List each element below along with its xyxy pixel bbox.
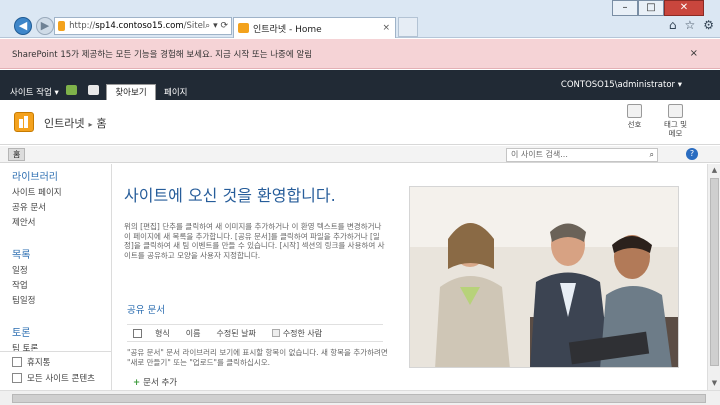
nav-item-shared-docs[interactable]: 공유 문서 bbox=[12, 201, 111, 213]
business-people-photo bbox=[410, 187, 678, 367]
nav-heading-libraries[interactable]: 라이브러리 bbox=[12, 168, 111, 183]
breadcrumb: 인트라넷 ▸ 홈 bbox=[44, 115, 107, 131]
recycle-bin-icon bbox=[12, 357, 22, 367]
prefs-button[interactable]: 선호 bbox=[627, 104, 642, 129]
notification-text: SharePoint 15가 제공하는 모든 기능을 경험해 보세요. 지금 시… bbox=[12, 49, 313, 60]
nav-item-tasks[interactable]: 작업 bbox=[12, 279, 111, 291]
user-menu[interactable]: CONTOSO15\administrator ▾ bbox=[561, 80, 682, 90]
address-bar[interactable]: http://sp14.contoso15.com/Sitel ⌕ ▾ ⟳ bbox=[54, 17, 232, 35]
prefs-icon bbox=[627, 104, 642, 118]
maximize-button[interactable]: □ bbox=[638, 0, 664, 16]
site-favicon-icon bbox=[58, 21, 66, 31]
intro-text: 위의 [편집] 단추를 클릭하여 새 이미지를 추가하거나 이 환영 텍스트를 … bbox=[124, 222, 385, 260]
top-nav: 홈 이 사이트 검색... ⌕ ? bbox=[0, 146, 720, 163]
close-window-button[interactable]: ✕ bbox=[664, 0, 704, 16]
main-content: 사이트에 오신 것을 환영합니다. 위의 [편집] 단추를 클릭하여 새 이미지… bbox=[113, 164, 707, 390]
site-actions-menu[interactable]: 사이트 작업 ▾ bbox=[10, 86, 59, 98]
notification-close-button[interactable]: × bbox=[690, 48, 698, 59]
browser-chrome: – □ ✕ ◀ ▶ http://sp14.contoso15.com/Site… bbox=[0, 0, 720, 38]
vertical-scroll-thumb[interactable] bbox=[710, 178, 719, 366]
tab-title: 인트라넷 - Home bbox=[253, 24, 322, 35]
horizontal-scroll-thumb[interactable] bbox=[12, 394, 706, 403]
tab-browse[interactable]: 찾아보기 bbox=[106, 84, 156, 100]
col-type[interactable]: 형식 bbox=[155, 328, 170, 339]
select-all-checkbox[interactable] bbox=[133, 328, 142, 338]
all-content-icon bbox=[12, 373, 22, 383]
navigate-up-icon[interactable] bbox=[66, 85, 77, 95]
nav-heading-lists[interactable]: 목록 bbox=[12, 246, 111, 261]
site-header: 인트라넷 ▸ 홈 선호 태그 및 메모 bbox=[0, 100, 720, 145]
notification-bar: SharePoint 15가 제공하는 모든 기능을 경험해 보세요. 지금 시… bbox=[0, 39, 720, 69]
all-content-label: 모든 사이트 콘텐츠 bbox=[27, 374, 95, 384]
recycle-bin-label: 휴지통 bbox=[27, 358, 51, 368]
scroll-up-icon[interactable]: ▲ bbox=[709, 165, 720, 176]
minimize-button[interactable]: – bbox=[612, 0, 638, 16]
settings-gear-icon[interactable]: ⚙ bbox=[703, 18, 714, 32]
add-document-label: 문서 추가 bbox=[143, 378, 178, 388]
breadcrumb-separator: ▸ bbox=[88, 120, 93, 129]
nav-heading-discussions[interactable]: 토론 bbox=[12, 324, 111, 339]
user-name: CONTOSO15\administrator bbox=[560, 80, 676, 90]
tags-label-line1: 태그 및 bbox=[664, 120, 688, 129]
search-icon[interactable]: ⌕ bbox=[650, 149, 654, 161]
breadcrumb-current: 홈 bbox=[96, 117, 107, 130]
site-actions-label: 사이트 작업 bbox=[10, 88, 52, 98]
recycle-bin-link[interactable]: 휴지통 bbox=[12, 356, 112, 368]
tags-notes-button[interactable]: 태그 및 메모 bbox=[664, 104, 687, 138]
empty-library-message: "공유 문서" 문서 라이브러리 보기에 표시할 항목이 없습니다. 새 항목을… bbox=[127, 348, 388, 367]
window-controls: – □ ✕ bbox=[612, 0, 704, 16]
col-modified-by-label: 수정한 사람 bbox=[282, 328, 323, 338]
search-placeholder: 이 사이트 검색... bbox=[511, 150, 568, 159]
edit-page-icon[interactable] bbox=[88, 85, 99, 95]
browser-toolbar-icons: ⌂ ☆ ⚙ bbox=[669, 18, 714, 32]
back-button[interactable]: ◀ bbox=[14, 17, 32, 35]
nav-item-proposals[interactable]: 제안서 bbox=[12, 216, 111, 228]
browser-tab[interactable]: 인트라넷 - Home × bbox=[233, 17, 396, 38]
search-input[interactable]: 이 사이트 검색... ⌕ bbox=[506, 148, 658, 162]
quick-launch-footer: 휴지통 모든 사이트 콘텐츠 bbox=[0, 351, 112, 390]
all-site-content-link[interactable]: 모든 사이트 콘텐츠 bbox=[12, 372, 112, 384]
tab-close-icon[interactable]: × bbox=[382, 23, 395, 33]
horizontal-scrollbar[interactable] bbox=[0, 390, 720, 405]
modified-by-icon bbox=[271, 328, 280, 337]
nav-item-calendar[interactable]: 일정 bbox=[12, 264, 111, 276]
address-suffix: /Sitel bbox=[183, 21, 206, 31]
plus-icon: + bbox=[133, 378, 141, 388]
home-icon[interactable]: ⌂ bbox=[669, 18, 677, 32]
nav-item-team-calendar[interactable]: 팀일정 bbox=[12, 294, 111, 306]
tab-page[interactable]: 페이지 bbox=[164, 86, 187, 98]
site-logo-icon[interactable] bbox=[14, 112, 34, 132]
help-icon[interactable]: ? bbox=[686, 148, 698, 160]
site-title-link[interactable]: 인트라넷 bbox=[44, 117, 84, 130]
tags-icon bbox=[668, 104, 684, 118]
vertical-scrollbar[interactable]: ▲ ▼ bbox=[707, 164, 720, 390]
shared-docs-link[interactable]: 공유 문서 bbox=[127, 302, 165, 316]
quick-launch: 라이브러리 사이트 페이지 공유 문서 제안서 목록 일정 작업 팀일정 토론 … bbox=[0, 164, 112, 390]
forward-button[interactable]: ▶ bbox=[36, 17, 54, 35]
new-tab-button[interactable] bbox=[398, 17, 418, 37]
col-modified-by[interactable]: 수정한 사람 bbox=[271, 328, 338, 339]
address-prefix: http:// bbox=[69, 21, 96, 31]
welcome-image bbox=[409, 186, 679, 368]
prefs-label: 선호 bbox=[627, 120, 642, 129]
add-document-link[interactable]: + 문서 추가 bbox=[133, 376, 177, 388]
favorites-star-icon[interactable]: ☆ bbox=[684, 18, 695, 32]
doc-table-header: 형식 이름 수정된 날짜 수정한 사람 bbox=[127, 324, 383, 342]
suite-bar: 사이트 작업 ▾ 찾아보기 페이지 CONTOSO15\administrato… bbox=[0, 70, 720, 100]
search-refresh-icons[interactable]: ⌕ ▾ ⟳ bbox=[205, 21, 231, 31]
col-name[interactable]: 이름 bbox=[186, 328, 201, 339]
col-modified[interactable]: 수정된 날짜 bbox=[216, 328, 255, 339]
tab-favicon-icon bbox=[238, 23, 249, 33]
page-title: 사이트에 오신 것을 환영합니다. bbox=[124, 186, 336, 205]
scroll-down-icon[interactable]: ▼ bbox=[709, 378, 720, 389]
nav-item-site-pages[interactable]: 사이트 페이지 bbox=[12, 186, 111, 198]
top-nav-home[interactable]: 홈 bbox=[8, 148, 26, 161]
tags-label-line2: 메모 bbox=[668, 129, 683, 138]
address-host: sp14.contoso15.com bbox=[95, 21, 184, 31]
